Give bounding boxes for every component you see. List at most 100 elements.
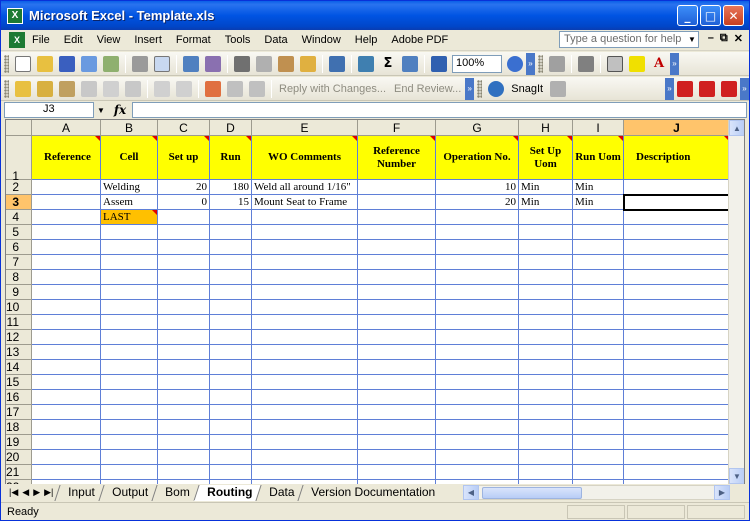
help-dropdown-icon[interactable]: ▼: [686, 31, 698, 48]
tab-routing[interactable]: Routing: [193, 484, 261, 501]
toolbar-options-icon[interactable]: »: [670, 52, 679, 75]
cell-c2[interactable]: 20: [158, 180, 210, 195]
header-reference-number[interactable]: Reference Number: [358, 136, 436, 180]
row-header-5[interactable]: 5: [6, 225, 32, 240]
name-box[interactable]: J3: [4, 102, 94, 118]
route-icon[interactable]: [103, 80, 119, 97]
tab-data[interactable]: Data: [255, 484, 304, 501]
column-header-g[interactable]: G: [436, 120, 519, 136]
snagit-icon[interactable]: [488, 80, 505, 97]
row-header-4[interactable]: 4: [6, 210, 32, 225]
sort-ascending-icon[interactable]: [402, 55, 418, 72]
cell-i2[interactable]: Min: [573, 180, 624, 195]
help-icon[interactable]: [507, 55, 523, 72]
paste-icon[interactable]: [278, 55, 294, 72]
header-cell[interactable]: Cell: [101, 136, 158, 180]
borders-icon[interactable]: [607, 55, 623, 72]
format-painter-icon[interactable]: [300, 55, 316, 72]
column-header-b[interactable]: B: [101, 120, 158, 136]
print-icon[interactable]: [132, 55, 148, 72]
email-icon[interactable]: [103, 55, 119, 72]
align-icon[interactable]: [549, 55, 565, 72]
column-header-d[interactable]: D: [210, 120, 252, 136]
toolbar-grip[interactable]: [4, 79, 9, 98]
scroll-thumb[interactable]: [482, 487, 582, 499]
workbook-minimize-icon[interactable]: –: [708, 32, 714, 45]
close-button[interactable]: ✕: [723, 5, 744, 26]
open-icon[interactable]: [37, 55, 53, 72]
cell-g3[interactable]: 20: [436, 195, 519, 210]
cut-icon[interactable]: [234, 55, 250, 72]
row-header-12[interactable]: 12: [6, 330, 32, 345]
prev-sheet-icon[interactable]: ◀: [22, 487, 29, 498]
comment-icon[interactable]: [154, 80, 170, 97]
header-reference[interactable]: Reference: [32, 136, 101, 180]
cell-b4-last[interactable]: LAST: [101, 210, 158, 225]
send-icon[interactable]: [81, 80, 97, 97]
header-run-uom[interactable]: Run Uom: [573, 136, 624, 180]
spelling-icon[interactable]: [183, 55, 199, 72]
name-box-dropdown-icon[interactable]: ▼: [94, 106, 108, 115]
formula-input[interactable]: [132, 102, 747, 118]
row-header-1[interactable]: 1: [6, 136, 32, 183]
row-header-21[interactable]: 21: [6, 465, 32, 480]
tab-version-documentation[interactable]: Version Documentation: [297, 484, 445, 501]
row-header-9[interactable]: 9: [6, 285, 32, 300]
row-header-13[interactable]: 13: [6, 345, 32, 360]
cell-e2[interactable]: Weld all around 1/16": [252, 180, 358, 195]
shared-folder-icon[interactable]: [37, 80, 53, 97]
autosum-icon[interactable]: Σ: [380, 56, 396, 72]
undo-icon[interactable]: [329, 55, 345, 72]
first-sheet-icon[interactable]: |◀: [9, 487, 18, 498]
toolbar-options-icon[interactable]: »: [740, 77, 749, 100]
toolbar-options-icon[interactable]: »: [526, 52, 535, 75]
vertical-scrollbar[interactable]: ▲ ▼: [728, 120, 744, 484]
workbook-icon[interactable]: X: [9, 32, 25, 48]
tab-output[interactable]: Output: [98, 484, 157, 501]
reply-with-changes-button[interactable]: Reply with Changes...: [279, 83, 386, 95]
workbook-close-icon[interactable]: ✕: [734, 32, 743, 45]
save-icon[interactable]: [59, 55, 75, 72]
menu-format[interactable]: Format: [169, 34, 218, 46]
scroll-down-icon[interactable]: ▼: [729, 468, 744, 484]
last-sheet-icon[interactable]: ▶|: [44, 487, 53, 498]
horizontal-scrollbar[interactable]: ◀ ▶: [463, 485, 730, 500]
row-header-16[interactable]: 16: [6, 390, 32, 405]
menu-help[interactable]: Help: [348, 34, 385, 46]
column-header-f[interactable]: F: [358, 120, 436, 136]
copy-icon[interactable]: [256, 55, 272, 72]
research-icon[interactable]: [205, 55, 221, 72]
chart-wizard-icon[interactable]: [431, 55, 447, 72]
pdf-email-icon[interactable]: [699, 80, 715, 97]
cell-d2[interactable]: 180: [210, 180, 252, 195]
column-header-h[interactable]: H: [519, 120, 573, 136]
cell-g2[interactable]: 10: [436, 180, 519, 195]
workbook-restore-icon[interactable]: ⧉: [720, 32, 728, 45]
row-header-2[interactable]: 2: [6, 180, 32, 195]
maximize-button[interactable]: □: [700, 5, 721, 26]
track-changes-icon[interactable]: [176, 80, 192, 97]
discussion-icon[interactable]: [249, 80, 265, 97]
pdf-review-icon[interactable]: [721, 80, 737, 97]
folder-icon[interactable]: [15, 80, 31, 97]
column-header-c[interactable]: C: [158, 120, 210, 136]
next-sheet-icon[interactable]: ▶: [33, 487, 40, 498]
header-wo-comments[interactable]: WO Comments: [252, 136, 358, 180]
header-set-up-uom[interactable]: Set Up Uom: [519, 136, 573, 180]
toolbar-grip[interactable]: [477, 79, 483, 98]
new-icon[interactable]: [15, 55, 31, 72]
header-operation-no[interactable]: Operation No.: [436, 136, 519, 180]
workspace-icon[interactable]: [59, 80, 75, 97]
menu-file[interactable]: File: [25, 34, 57, 46]
minimize-button[interactable]: _: [677, 5, 698, 26]
decimal-icon[interactable]: [578, 55, 594, 72]
help-search-input[interactable]: Type a question for help: [559, 31, 699, 48]
cell-e3[interactable]: Mount Seat to Frame: [252, 195, 358, 210]
row-header-20[interactable]: 20: [6, 450, 32, 465]
cell-h2[interactable]: Min: [519, 180, 573, 195]
menu-data[interactable]: Data: [257, 34, 294, 46]
row-header-17[interactable]: 17: [6, 405, 32, 420]
row-header-6[interactable]: 6: [6, 240, 32, 255]
scroll-right-icon[interactable]: ▶: [714, 485, 730, 500]
permission-icon[interactable]: [81, 55, 97, 72]
